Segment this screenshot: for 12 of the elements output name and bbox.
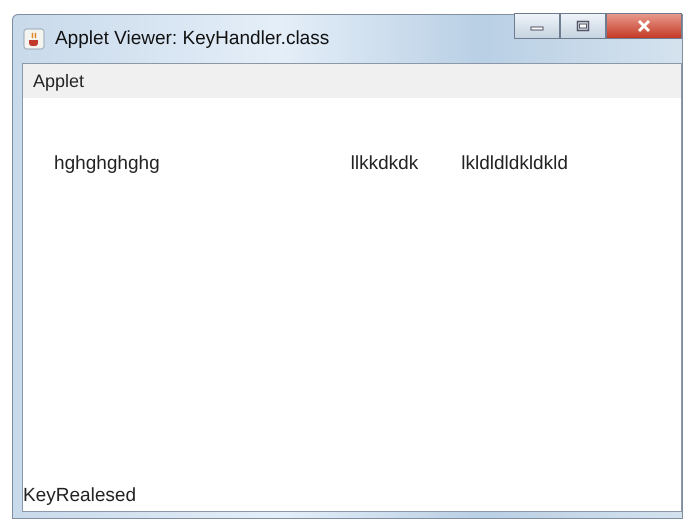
drawn-text: lkldldldkldkld: [461, 153, 568, 175]
close-icon: [637, 19, 651, 33]
maximize-icon: [576, 20, 590, 32]
window-title: Applet Viewer: KeyHandler.class: [55, 28, 330, 50]
maximize-button[interactable]: [560, 13, 606, 39]
minimize-button[interactable]: [514, 13, 560, 39]
status-text: KeyRealesed: [23, 485, 138, 507]
menu-item[interactable]: Applet: [29, 70, 88, 92]
close-button[interactable]: [606, 13, 682, 39]
drawn-text: llkkdkdk: [350, 153, 418, 175]
drawn-text: hghghghghg: [54, 153, 160, 175]
coffee-cup-icon: [23, 28, 45, 50]
